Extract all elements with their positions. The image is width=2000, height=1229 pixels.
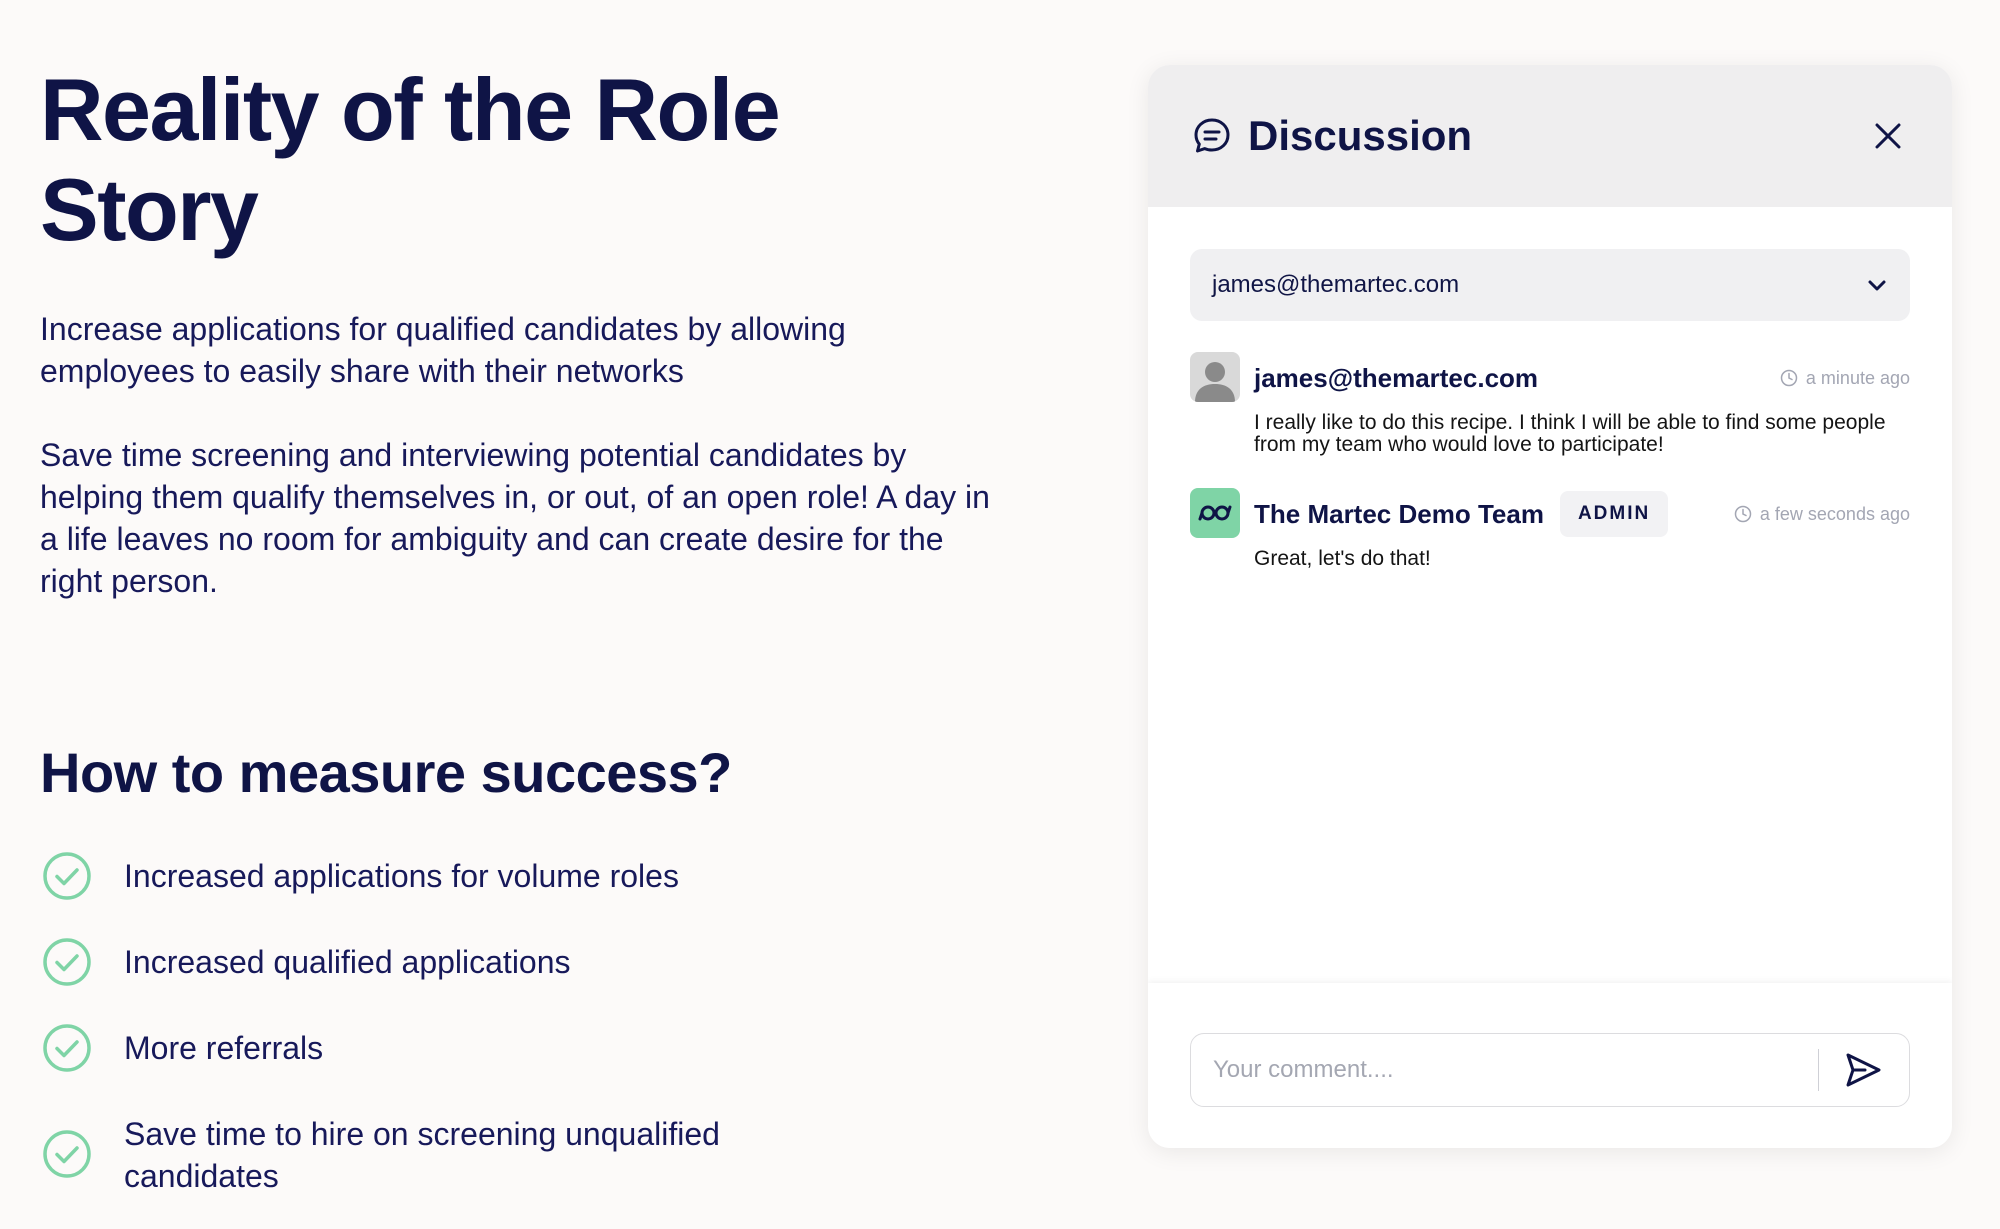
check-circle-icon: [43, 852, 91, 900]
comment: The Martec Demo Team ADMIN a few seconds…: [1190, 488, 1910, 578]
success-item-label: Increased applications for volume roles: [124, 858, 679, 894]
description-paragraph: Save time screening and interviewing pot…: [40, 437, 990, 599]
success-item-label: Increased qualified applications: [124, 944, 571, 980]
page: Reality of the Role Story Increase appli…: [0, 0, 2000, 1229]
clock-icon: [1780, 369, 1798, 387]
chat-bubble-icon: [1194, 118, 1230, 153]
user-select-dropdown[interactable]: james@themartec.com: [1190, 249, 1910, 321]
comment-time-label: a minute ago: [1805, 367, 1910, 388]
comment-meta: james@themartec.com a minute ago: [1254, 358, 1910, 398]
success-item: Increased qualified applications: [40, 938, 940, 989]
send-button[interactable]: [1841, 1048, 1885, 1092]
success-item-label: Save time to hire on screening unqualifi…: [124, 1116, 720, 1194]
comment-time: a minute ago: [1780, 368, 1910, 389]
success-item: More referrals: [40, 1024, 940, 1075]
comment-author[interactable]: james@themartec.com: [1254, 363, 1538, 394]
page-title: Reality of the Role Story: [40, 60, 781, 259]
chevron-down-icon: [1868, 280, 1886, 291]
discussion-panel: Discussion james@themartec.com james@the…: [1148, 65, 1952, 1148]
success-heading: How to measure success?: [40, 741, 732, 804]
avatar: [1190, 352, 1240, 402]
clock-icon: [1734, 505, 1752, 523]
close-button[interactable]: [1868, 116, 1908, 156]
comment-author[interactable]: The Martec Demo Team: [1254, 499, 1544, 530]
check-circle-icon: [43, 1024, 91, 1072]
comment-input[interactable]: [1213, 1056, 1796, 1084]
comment-time: a few seconds ago: [1734, 504, 1910, 525]
close-icon: [1875, 123, 1901, 149]
send-icon: [1846, 1053, 1881, 1087]
discussion-header: Discussion: [1148, 65, 1952, 207]
divider: [1817, 1049, 1819, 1091]
admin-badge: ADMIN: [1559, 491, 1669, 537]
description-paragraph: Increase applications for qualified cand…: [40, 311, 846, 389]
comment-body: Great, let's do that!: [1254, 547, 1431, 570]
success-item-label: More referrals: [124, 1030, 324, 1066]
comment: james@themartec.com a minute ago I reall…: [1190, 352, 1910, 456]
comment-composer: [1148, 983, 1952, 1148]
comment-time-label: a few seconds ago: [1759, 503, 1910, 524]
comment-meta: The Martec Demo Team ADMIN a few seconds…: [1254, 491, 1910, 537]
comment-box: [1190, 1033, 1910, 1107]
recipe-content: Reality of the Role Story Increase appli…: [40, 60, 1040, 602]
selected-user: james@themartec.com: [1212, 271, 1460, 298]
team-logo-icon: [1198, 505, 1232, 521]
check-circle-icon: [43, 938, 91, 986]
user-silhouette-icon: [1195, 362, 1235, 402]
success-item: Increased applications for volume roles: [40, 852, 940, 903]
comment-body: I really like to do this recipe. I think…: [1254, 411, 1886, 456]
check-circle-icon: [43, 1130, 91, 1178]
discussion-title: Discussion: [1248, 112, 1473, 159]
success-list: Increased applications for volume roles …: [40, 852, 940, 1229]
success-item: Save time to hire on screening unqualifi…: [40, 1113, 940, 1197]
avatar: [1190, 488, 1240, 538]
